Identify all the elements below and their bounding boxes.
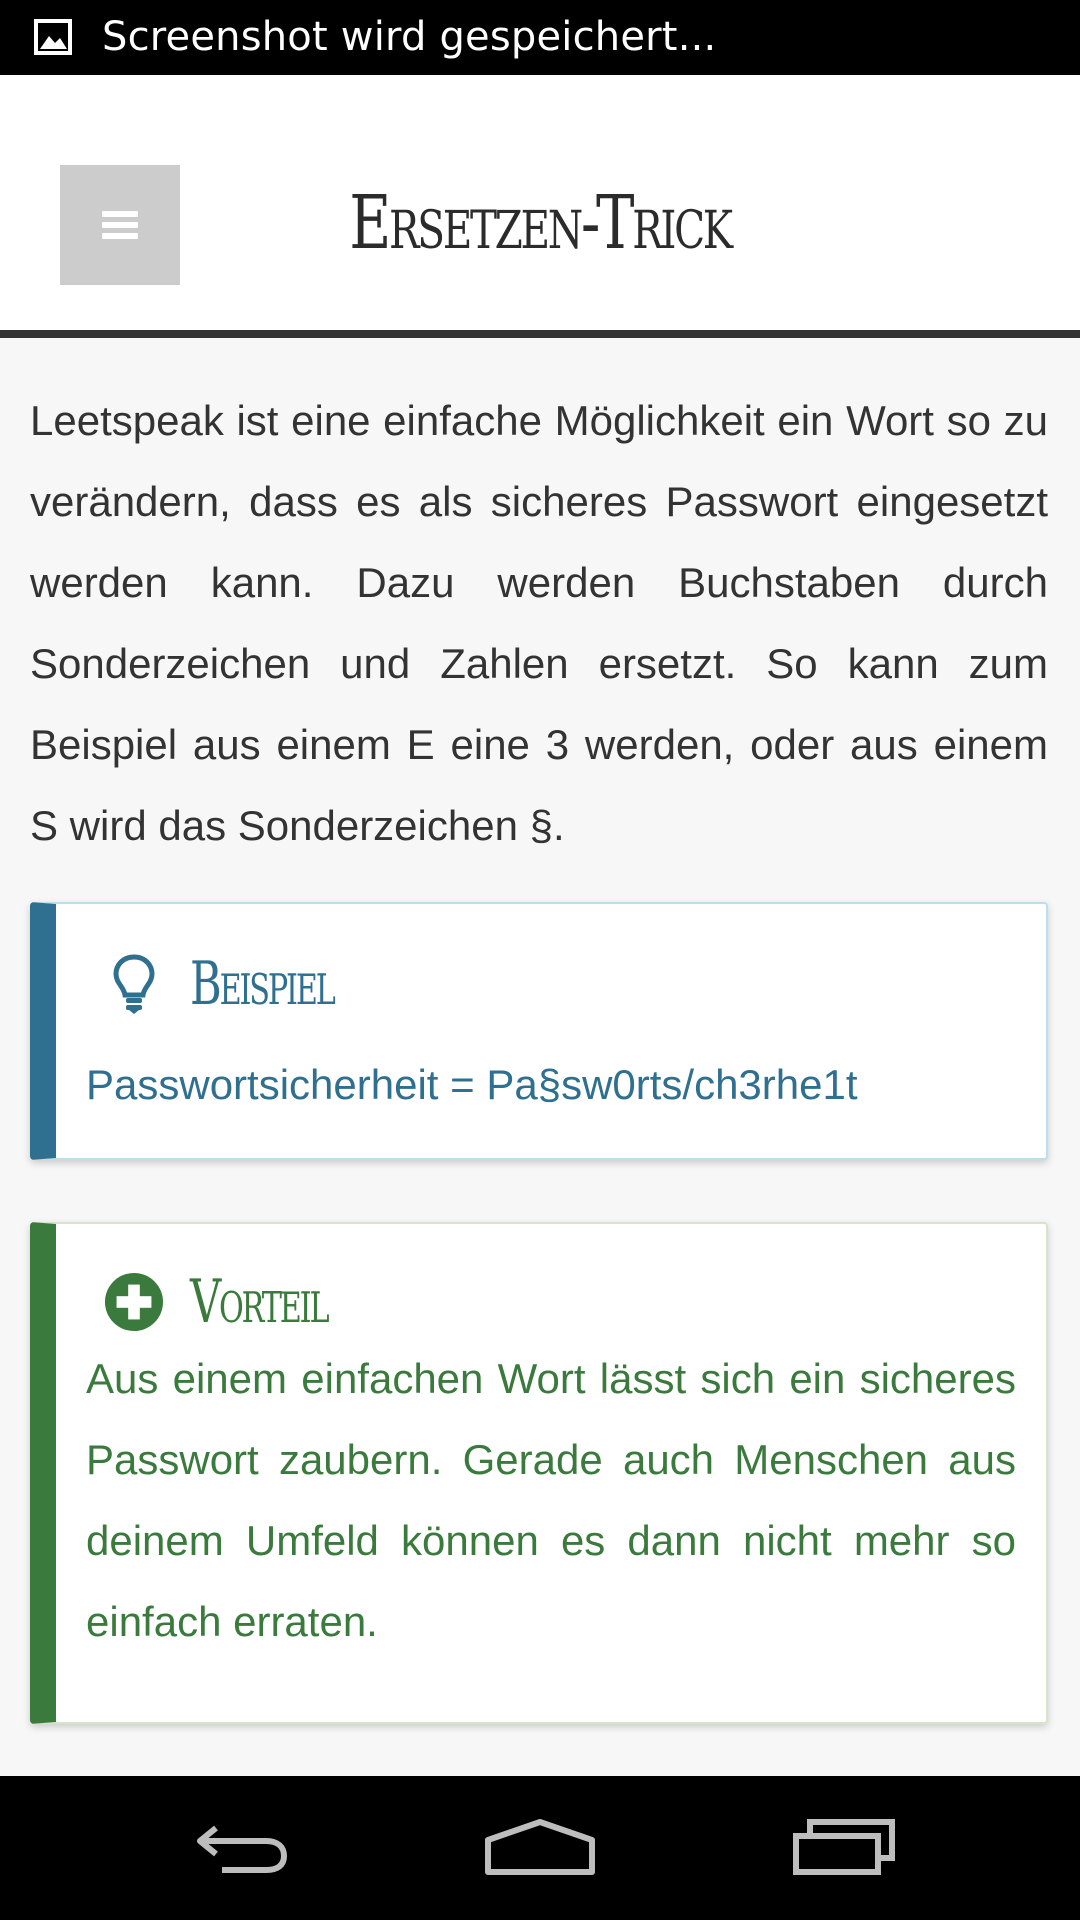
example-box: Beispiel Passwortsicherheit = Pa§sw0rts/… — [30, 902, 1048, 1160]
recent-apps-icon — [792, 1816, 896, 1881]
plus-circle-icon — [104, 1267, 164, 1337]
navigation-bar — [0, 1776, 1080, 1920]
hamburger-menu-icon — [102, 211, 138, 239]
lightbulb-icon — [104, 949, 164, 1019]
back-button[interactable] — [178, 1812, 298, 1884]
menu-button[interactable] — [60, 165, 180, 285]
page-header: Ersetzen-Trick — [0, 75, 1080, 330]
page-title: Ersetzen-Trick — [349, 180, 733, 266]
status-notification-text: Screenshot wird gespeichert... — [102, 14, 717, 60]
advantage-text: Aus einem einfachen Wort lässt sich ein … — [86, 1355, 1016, 1645]
main-content: Leetspeak ist eine einfache Möglichkeit … — [30, 338, 1048, 1724]
example-heading: Beispiel — [190, 949, 336, 1019]
image-icon — [34, 19, 72, 55]
advantage-box-header: Vorteil — [104, 1252, 381, 1352]
status-bar: Screenshot wird gespeichert... — [0, 0, 1080, 75]
advantage-box: Vorteil Aus einem einfachen Wort lässt s… — [30, 1222, 1048, 1724]
header-divider — [0, 330, 1080, 338]
home-button[interactable] — [480, 1812, 600, 1884]
home-icon — [484, 1816, 596, 1881]
back-icon — [186, 1816, 290, 1881]
example-box-header: Beispiel — [104, 934, 390, 1034]
example-text: Passwortsicherheit = Pa§sw0rts/ch3rhe1t — [86, 1061, 858, 1108]
recent-apps-button[interactable] — [784, 1812, 904, 1884]
advantage-heading: Vorteil — [190, 1267, 330, 1337]
intro-paragraph: Leetspeak ist eine einfache Möglichkeit … — [30, 397, 1048, 849]
